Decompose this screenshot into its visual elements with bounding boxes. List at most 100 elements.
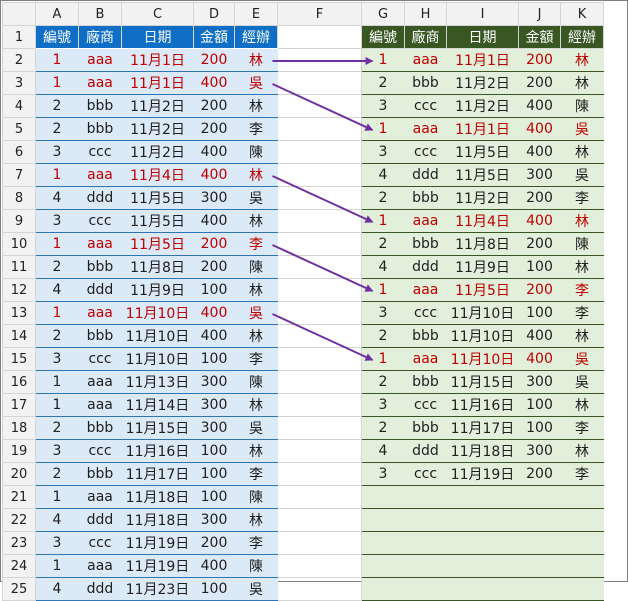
- row-number[interactable]: 1: [2, 25, 36, 49]
- right-data-cell[interactable]: 11月5日: [446, 140, 519, 164]
- empty-cell[interactable]: [277, 393, 362, 417]
- left-data-cell[interactable]: 3: [35, 209, 79, 233]
- right-data-cell[interactable]: 100: [518, 255, 561, 279]
- left-data-cell[interactable]: 11月9日: [121, 278, 194, 302]
- left-data-cell[interactable]: 11月13日: [121, 370, 194, 394]
- right-data-cell[interactable]: 11月18日: [446, 439, 519, 463]
- empty-cell[interactable]: [277, 508, 362, 532]
- right-data-cell[interactable]: 1: [361, 117, 405, 141]
- right-data-cell[interactable]: [518, 508, 561, 532]
- right-data-cell[interactable]: 李: [560, 416, 604, 440]
- select-all-corner[interactable]: [2, 2, 36, 26]
- column-header-B[interactable]: B: [78, 2, 122, 26]
- left-data-cell[interactable]: 400: [193, 163, 235, 187]
- left-data-cell[interactable]: 400: [193, 324, 235, 348]
- right-data-cell[interactable]: [446, 554, 519, 578]
- right-data-cell[interactable]: 林: [560, 439, 604, 463]
- empty-cell[interactable]: [277, 439, 362, 463]
- left-data-cell[interactable]: 300: [193, 393, 235, 417]
- right-data-cell[interactable]: 100: [518, 416, 561, 440]
- column-header-K[interactable]: K: [560, 2, 604, 26]
- left-data-cell[interactable]: aaa: [78, 554, 122, 578]
- right-data-cell[interactable]: 1: [361, 48, 405, 72]
- left-data-cell[interactable]: 11月2日: [121, 140, 194, 164]
- row-number[interactable]: 25: [2, 577, 36, 601]
- right-data-cell[interactable]: 3: [361, 301, 405, 325]
- right-data-cell[interactable]: ddd: [404, 439, 447, 463]
- left-data-cell[interactable]: 11月19日: [121, 554, 194, 578]
- right-data-cell[interactable]: ddd: [404, 163, 447, 187]
- empty-cell[interactable]: [277, 48, 362, 72]
- right-header-cell[interactable]: 編號: [361, 25, 405, 49]
- empty-cell[interactable]: [277, 209, 362, 233]
- right-data-cell[interactable]: 吳: [560, 163, 604, 187]
- left-data-cell[interactable]: 11月10日: [121, 324, 194, 348]
- right-data-cell[interactable]: [361, 508, 405, 532]
- right-data-cell[interactable]: 400: [518, 117, 561, 141]
- right-data-cell[interactable]: 11月1日: [446, 48, 519, 72]
- right-data-cell[interactable]: 林: [560, 255, 604, 279]
- left-data-cell[interactable]: 1: [35, 370, 79, 394]
- column-header-C[interactable]: C: [121, 2, 194, 26]
- right-data-cell[interactable]: 200: [518, 186, 561, 210]
- left-data-cell[interactable]: 11月10日: [121, 347, 194, 371]
- row-number[interactable]: 18: [2, 416, 36, 440]
- left-data-cell[interactable]: 300: [193, 370, 235, 394]
- left-data-cell[interactable]: 陳: [234, 485, 278, 509]
- left-data-cell[interactable]: 11月1日: [121, 48, 194, 72]
- right-data-cell[interactable]: 林: [560, 393, 604, 417]
- right-data-cell[interactable]: 1: [361, 278, 405, 302]
- right-data-cell[interactable]: 200: [518, 232, 561, 256]
- left-data-cell[interactable]: ddd: [78, 278, 122, 302]
- left-data-cell[interactable]: ddd: [78, 577, 122, 601]
- left-data-cell[interactable]: ccc: [78, 531, 122, 555]
- right-data-cell[interactable]: 2: [361, 71, 405, 95]
- row-number[interactable]: 12: [2, 278, 36, 302]
- left-data-cell[interactable]: aaa: [78, 163, 122, 187]
- column-header-D[interactable]: D: [193, 2, 235, 26]
- left-data-cell[interactable]: bbb: [78, 462, 122, 486]
- right-data-cell[interactable]: 11月8日: [446, 232, 519, 256]
- left-data-cell[interactable]: 吳: [234, 577, 278, 601]
- left-data-cell[interactable]: ddd: [78, 508, 122, 532]
- left-data-cell[interactable]: bbb: [78, 255, 122, 279]
- right-data-cell[interactable]: 400: [518, 140, 561, 164]
- left-data-cell[interactable]: aaa: [78, 301, 122, 325]
- left-data-cell[interactable]: 400: [193, 554, 235, 578]
- right-data-cell[interactable]: [560, 485, 604, 509]
- left-data-cell[interactable]: 11月15日: [121, 416, 194, 440]
- left-data-cell[interactable]: 2: [35, 117, 79, 141]
- right-data-cell[interactable]: ccc: [404, 462, 447, 486]
- left-data-cell[interactable]: aaa: [78, 232, 122, 256]
- row-number[interactable]: 9: [2, 209, 36, 233]
- right-data-cell[interactable]: [518, 577, 561, 601]
- left-data-cell[interactable]: 李: [234, 347, 278, 371]
- row-number[interactable]: 11: [2, 255, 36, 279]
- right-data-cell[interactable]: [560, 554, 604, 578]
- empty-cell[interactable]: [277, 255, 362, 279]
- right-data-cell[interactable]: 11月16日: [446, 393, 519, 417]
- left-data-cell[interactable]: bbb: [78, 94, 122, 118]
- empty-cell[interactable]: [277, 554, 362, 578]
- left-header-cell[interactable]: 經辦: [234, 25, 278, 49]
- left-data-cell[interactable]: 1: [35, 554, 79, 578]
- left-data-cell[interactable]: 4: [35, 577, 79, 601]
- right-data-cell[interactable]: [446, 508, 519, 532]
- left-data-cell[interactable]: 400: [193, 71, 235, 95]
- right-data-cell[interactable]: 林: [560, 71, 604, 95]
- left-data-cell[interactable]: 1: [35, 163, 79, 187]
- left-data-cell[interactable]: 林: [234, 163, 278, 187]
- right-data-cell[interactable]: 3: [361, 393, 405, 417]
- right-data-cell[interactable]: 400: [518, 209, 561, 233]
- right-data-cell[interactable]: aaa: [404, 117, 447, 141]
- right-data-cell[interactable]: [404, 554, 447, 578]
- right-data-cell[interactable]: 2: [361, 186, 405, 210]
- left-data-cell[interactable]: 2: [35, 94, 79, 118]
- left-data-cell[interactable]: 100: [193, 347, 235, 371]
- left-data-cell[interactable]: 11月2日: [121, 117, 194, 141]
- left-data-cell[interactable]: 陳: [234, 554, 278, 578]
- right-data-cell[interactable]: 11月5日: [446, 278, 519, 302]
- right-data-cell[interactable]: 11月10日: [446, 347, 519, 371]
- left-data-cell[interactable]: 2: [35, 255, 79, 279]
- right-data-cell[interactable]: 200: [518, 462, 561, 486]
